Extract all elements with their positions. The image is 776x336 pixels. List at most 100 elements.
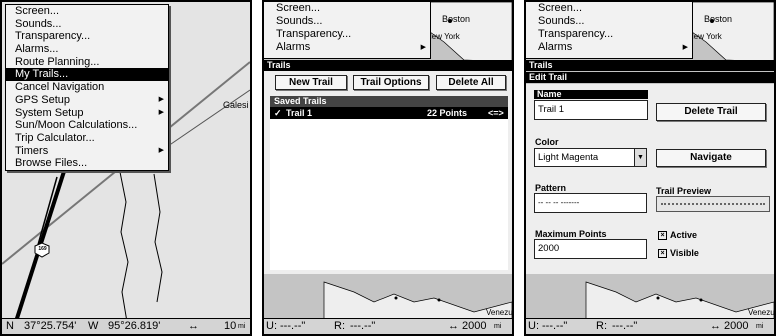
delete-trail-button[interactable]: Delete Trail — [656, 103, 766, 121]
trails-panel: Boston New York Venezu Screen... Sounds..… — [262, 0, 514, 336]
edit-trail-panel: Boston New York Venezu Screen... Sounds..… — [524, 0, 776, 336]
edit-trail-header: Edit Trail — [526, 72, 774, 83]
trail-preview-line — [661, 203, 765, 205]
menu-item-label: Route Planning... — [15, 55, 100, 68]
r-label: R: — [596, 320, 607, 332]
trail-row[interactable]: ✓ Trail 1 22 Points <=> — [270, 107, 508, 119]
menu-item-label: Trip Calculator... — [15, 131, 95, 144]
scale-arrows-icon: ↔ — [710, 320, 721, 332]
menu-item-label: System Setup — [15, 106, 84, 119]
submenu-arrow-icon: ▶ — [158, 108, 164, 116]
menu-item-label: Screen... — [276, 2, 321, 14]
menu-item[interactable]: Browse Files... — [6, 157, 168, 170]
trail-options-button[interactable]: Trail Options — [353, 75, 429, 90]
menu-item[interactable]: Alarms ▶ — [526, 41, 692, 54]
color-select[interactable]: Light Magenta ▼ — [534, 148, 647, 167]
map-place-label: Galesi — [223, 100, 249, 110]
menu-item[interactable]: GPS Setup ▶ — [6, 94, 168, 107]
menu-item-label: Alarms... — [15, 43, 59, 56]
trail-nav-icon: <=> — [488, 108, 504, 118]
menu-item-label: Transparency... — [15, 30, 91, 43]
pattern-field[interactable]: -- -- -- ------- — [534, 193, 647, 213]
active-check-icon: × — [658, 231, 667, 241]
trail-check-icon: ✓ — [274, 108, 282, 118]
u-label: U: — [266, 320, 277, 332]
top-menu: Screen... Sounds... Transparency... Alarms ▶ — [264, 2, 431, 59]
menu-item[interactable]: Alarms ▶ — [264, 41, 430, 54]
saved-trails-list[interactable] — [270, 119, 508, 270]
menu-item[interactable]: Screen... — [264, 2, 430, 15]
menu-item-label: Cancel Navigation — [15, 81, 105, 94]
menu-item-label: Screen... — [15, 5, 60, 17]
menu-item-label: Alarms — [276, 41, 311, 53]
edit-trail-dialog: Name Trail 1 Delete Trail Color Light Ma… — [526, 84, 774, 274]
menu-item-label: Sun/Moon Calculations... — [15, 119, 138, 132]
map-country-venezuela: Venezu — [748, 308, 775, 317]
scale-unit: mi — [756, 323, 764, 330]
r-label: R: — [334, 320, 345, 332]
menu-item[interactable]: Screen... — [6, 5, 168, 18]
scale-value: 2000 — [462, 320, 487, 332]
name-label: Name — [537, 89, 562, 99]
menu-item[interactable]: System Setup ▶ — [6, 107, 168, 120]
map-city-newyork: New York — [426, 32, 460, 41]
active-checkbox[interactable]: × Active — [658, 230, 698, 241]
color-value: Light Magenta — [538, 152, 599, 163]
scale-unit: mi — [238, 323, 246, 330]
menu-item[interactable]: Cancel Navigation — [6, 81, 168, 94]
menu-item[interactable]: Transparency... — [526, 28, 692, 41]
menu-item[interactable]: Trip Calculator... — [6, 132, 168, 145]
scale-unit: mi — [494, 323, 502, 330]
trail-name: Trail 1 — [286, 108, 313, 118]
u-label: U: — [528, 320, 539, 332]
max-points-field[interactable]: 2000 — [534, 239, 647, 259]
menu-item-label: GPS Setup — [15, 93, 71, 106]
menu-item-label: Sounds... — [15, 17, 62, 30]
top-menu: Screen... Sounds... Transparency... Alarms ▶ — [526, 2, 693, 59]
name-field[interactable]: Trail 1 — [534, 100, 648, 120]
submenu-arrow-icon: ▶ — [158, 95, 164, 103]
r-value: ---.--" — [612, 320, 638, 332]
menu-item[interactable]: Timers ▶ — [6, 145, 168, 158]
lon-prefix: W — [88, 320, 99, 332]
menu-item[interactable]: Route Planning... — [6, 56, 168, 69]
menu-item[interactable]: Sounds... — [6, 18, 168, 31]
menu-item-label: Transparency... — [276, 28, 352, 40]
menu-item[interactable]: Sun/Moon Calculations... — [6, 119, 168, 132]
route-shield-number: 169 — [38, 246, 47, 252]
trails-dialog: New Trail Trail Options Delete All Saved… — [264, 71, 512, 274]
delete-all-button[interactable]: Delete All — [436, 75, 506, 90]
map-city-newyork: New York — [688, 32, 722, 41]
menu-item-label: My Trails... — [15, 68, 69, 81]
trails-header: Trails — [264, 60, 512, 71]
menu-item[interactable]: Sounds... — [526, 15, 692, 28]
new-trail-button[interactable]: New Trail — [275, 75, 347, 90]
menu-item[interactable]: Sounds... — [264, 15, 430, 28]
menu-item-label: Sounds... — [538, 15, 585, 27]
color-label: Color — [535, 137, 559, 147]
menu-item[interactable]: Transparency... — [264, 28, 430, 41]
visible-label: Visible — [670, 248, 699, 258]
active-label: Active — [670, 230, 698, 240]
menu-item-label: Transparency... — [538, 28, 614, 40]
menu-item-label: Browse Files... — [15, 157, 88, 170]
map-city-boston: Boston — [704, 14, 733, 24]
visible-checkbox[interactable]: × Visible — [658, 248, 699, 259]
menu-item[interactable]: Transparency... — [6, 30, 168, 43]
navigate-button[interactable]: Navigate — [656, 149, 766, 167]
lat-prefix: N — [6, 320, 14, 332]
chevron-down-icon[interactable]: ▼ — [634, 149, 646, 166]
menu-item-label: Alarms — [538, 41, 573, 53]
trail-preview — [656, 196, 770, 212]
status-bar: U: ---.--" R: ---.--" ↔ 2000 mi — [264, 318, 512, 334]
main-menu: Screen... Sounds... Transparency... Alarms.… — [5, 4, 169, 171]
scale-arrows-icon: ↔ — [188, 320, 199, 332]
scale-value: 2000 — [724, 320, 749, 332]
latitude-value: 37°25.754' — [24, 320, 77, 332]
menu-item[interactable]: Alarms... — [6, 43, 168, 56]
trails-header: Trails — [526, 60, 774, 71]
menu-item[interactable]: My Trails... — [6, 68, 168, 82]
menu-item-label: Timers — [15, 144, 49, 157]
longitude-value: 95°26.819' — [108, 320, 161, 332]
menu-item[interactable]: Screen... — [526, 2, 692, 15]
